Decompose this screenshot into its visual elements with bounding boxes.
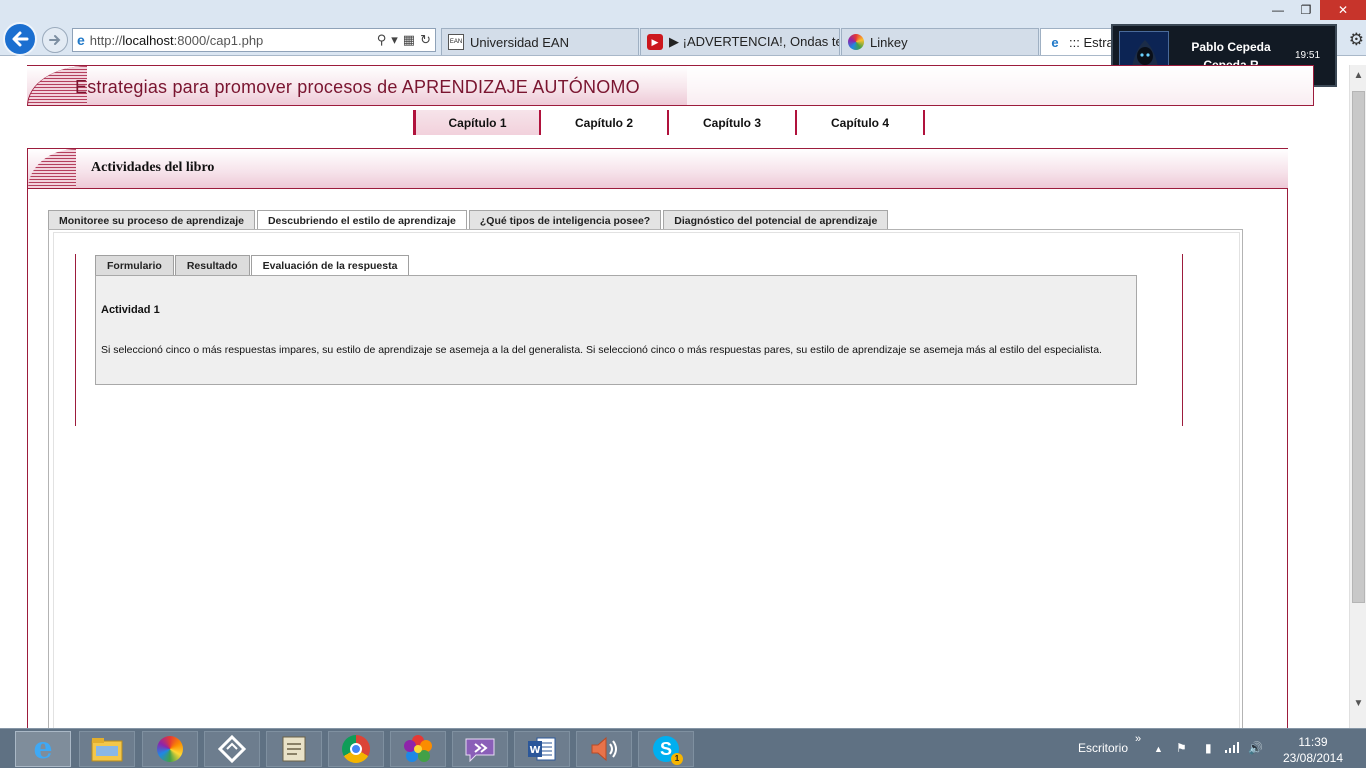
tab-resultado[interactable]: Resultado: [174, 255, 250, 275]
vertical-scrollbar[interactable]: ▲ ▼: [1349, 65, 1366, 728]
divider-left: [75, 254, 76, 426]
tab-linkey[interactable]: Linkey: [841, 28, 1039, 55]
tab-capitulo-3[interactable]: Capítulo 3: [669, 110, 797, 135]
folder-icon: [91, 738, 123, 762]
forward-button[interactable]: [42, 27, 68, 53]
taskbar-photos-button[interactable]: [390, 731, 446, 767]
restore-button[interactable]: ❐: [1292, 0, 1320, 20]
taskbar-chrome-button[interactable]: [328, 731, 384, 767]
tab-formulario[interactable]: Formulario: [95, 255, 174, 275]
inner-tabs: Formulario Resultado Evaluación de la re…: [95, 255, 410, 276]
tab-descubriendo[interactable]: Descubriendo el estilo de aprendizaje: [256, 210, 467, 231]
address-bar[interactable]: e http://localhost:8000/cap1.php ⚲ ▾ ▦ ↻: [72, 28, 436, 52]
toolbar-expand-icon[interactable]: »: [1135, 733, 1141, 745]
divider-right: [1182, 254, 1183, 426]
tray-expand-icon[interactable]: ▲: [1154, 744, 1163, 754]
desktop-toolbar-label[interactable]: Escritorio: [1078, 741, 1128, 755]
window-controls: — ❐ ✕: [1264, 0, 1366, 20]
tab-estrategias[interactable]: e ::: Estrate: [1040, 28, 1114, 55]
linkey-favicon-icon: [848, 34, 864, 50]
taskbar-viber-button[interactable]: [452, 731, 508, 767]
tab-inteligencia[interactable]: ¿Qué tipos de inteligencia posee?: [468, 210, 662, 230]
activity-text: Si seleccionó cinco o más respuestas imp…: [101, 344, 1102, 356]
notification-name: Pablo Cepeda: [1191, 40, 1271, 54]
volume-icon[interactable]: 🔊: [1248, 741, 1263, 755]
close-button[interactable]: ✕: [1320, 0, 1366, 20]
clock-time: 11:39: [1298, 735, 1328, 749]
clock-date: 23/08/2014: [1282, 751, 1344, 765]
scroll-down-icon[interactable]: ▼: [1350, 695, 1366, 712]
back-button[interactable]: [3, 22, 37, 56]
youtube-favicon-icon: ▶: [647, 34, 663, 50]
panel-header: Actividades del libro: [28, 148, 1288, 189]
activity-title: Actividad 1: [101, 304, 160, 316]
evaluation-content: Actividad 1 Si seleccionó cinco o más re…: [95, 275, 1137, 385]
refresh-icon[interactable]: ↻: [420, 32, 431, 48]
tab-youtube[interactable]: ▶ ▶ ¡ADVERTENCIA!, Ondas teta ...: [640, 28, 840, 55]
taskbar: e W S 1 Escritorio » ▲ ⚑ ▮ 🔊 11:39 23/08…: [0, 728, 1366, 768]
dropdown-icon[interactable]: ▾: [391, 32, 398, 48]
panel-title: Actividades del libro: [91, 160, 215, 175]
notepad-icon: [282, 736, 306, 762]
scroll-up-icon[interactable]: ▲: [1350, 67, 1366, 84]
taskbar-word-button[interactable]: W: [514, 731, 570, 767]
speaker-icon: [591, 736, 617, 762]
tab-diagnostico[interactable]: Diagnóstico del potencial de aprendizaje: [663, 210, 889, 230]
skype-icon: S 1: [653, 736, 683, 765]
taskbar-picasa-button[interactable]: [142, 731, 198, 767]
gear-icon[interactable]: ⚙: [1349, 30, 1364, 50]
word-icon: W: [528, 737, 556, 761]
tab-capitulo-2[interactable]: Capítulo 2: [541, 110, 669, 135]
address-url: http://localhost:8000/cap1.php: [89, 32, 264, 48]
taskbar-notes-button[interactable]: [266, 731, 322, 767]
taskbar-explorer-button[interactable]: [79, 731, 135, 767]
arrow-left-icon: [12, 31, 29, 47]
chapter-nav: Capítulo 1 Capítulo 2 Capítulo 3 Capítul…: [413, 110, 925, 135]
sync-diamond-icon: [218, 735, 246, 763]
notification-time: 19:51: [1295, 50, 1321, 61]
taskbar-skype-button[interactable]: S 1: [638, 731, 694, 767]
taskbar-volume-app-button[interactable]: [576, 731, 632, 767]
battery-icon[interactable]: ▮: [1205, 741, 1212, 755]
svg-text:W: W: [529, 745, 540, 756]
page-title: Estrategias para promover procesos de AP…: [75, 77, 640, 97]
taskbar-sync-button[interactable]: [204, 731, 260, 767]
ean-favicon-icon: EAN: [448, 34, 464, 50]
page-header: Estrategias para promover procesos de AP…: [27, 65, 1314, 106]
search-icon[interactable]: ⚲: [377, 32, 387, 48]
tab-monitoree[interactable]: Monitoree su proceso de aprendizaje: [48, 210, 255, 230]
scroll-thumb[interactable]: [1352, 91, 1365, 603]
minimize-button[interactable]: —: [1264, 0, 1292, 20]
ie-page-icon: e: [77, 32, 85, 48]
outer-tabs: Monitoree su proceso de aprendizaje Desc…: [48, 210, 890, 231]
arrow-right-icon: [49, 35, 61, 45]
skype-badge: 1: [671, 753, 683, 765]
system-clock[interactable]: 11:39 23/08/2014: [1282, 734, 1344, 766]
pinwheel-icon: [404, 735, 432, 762]
compat-view-icon[interactable]: ▦: [403, 32, 415, 48]
action-center-flag-icon[interactable]: ⚑: [1176, 741, 1187, 755]
tab-evaluacion[interactable]: Evaluación de la respuesta: [250, 255, 410, 276]
picasa-icon: [157, 736, 183, 762]
activities-panel: Actividades del libro Monitoree su proce…: [27, 148, 1288, 738]
ie-favicon-icon: e: [1051, 34, 1059, 50]
chat-bubble-icon: [465, 738, 495, 762]
ie-icon: e: [33, 731, 53, 766]
taskbar-ie-button[interactable]: e: [15, 731, 71, 767]
tab-capitulo-1[interactable]: Capítulo 1: [413, 110, 541, 135]
tab-capitulo-4[interactable]: Capítulo 4: [797, 110, 925, 135]
signal-icon[interactable]: [1224, 741, 1240, 756]
chrome-icon: [342, 735, 370, 763]
tab-universidad-ean[interactable]: EAN Universidad EAN: [441, 28, 639, 55]
